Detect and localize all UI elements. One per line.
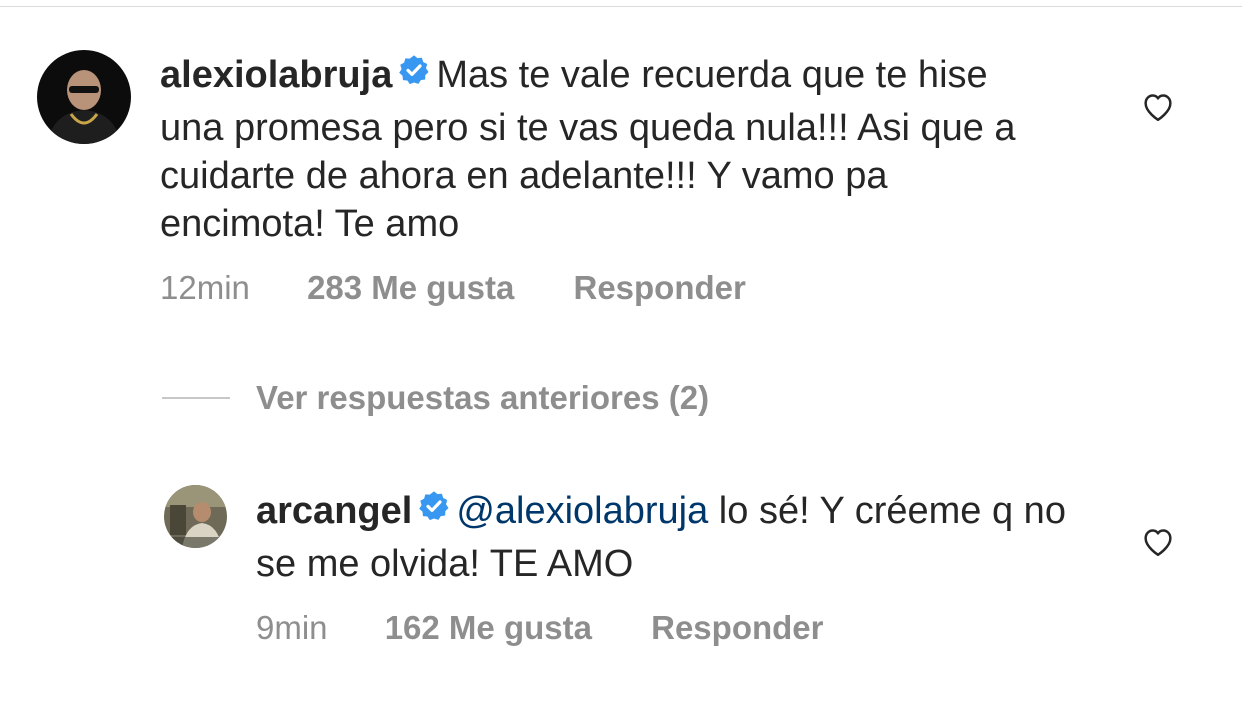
heart-outline-icon[interactable] [1140,525,1176,557]
reply-button[interactable]: Responder [573,268,745,308]
replies-divider-line [162,397,230,399]
view-previous-replies[interactable]: Ver respuestas anteriores (2) [162,378,709,418]
reply-username[interactable]: arcangel [256,490,412,532]
reply-time: 9min [256,609,328,646]
comment-meta: 12min 283 Me gusta Responder [160,268,746,308]
avatar-arcangel[interactable] [164,485,227,548]
comment-text-block: alexiolabruja Mas te vale recuerda que te… [160,50,1060,248]
comment-time: 12min [160,269,250,306]
comment-likes[interactable]: 283 Me gusta [307,268,514,308]
reply-button[interactable]: Responder [651,608,823,648]
heart-outline-icon[interactable] [1140,90,1176,122]
verified-badge-icon [398,50,430,98]
reply-likes[interactable]: 162 Me gusta [385,608,592,648]
reply-meta: 9min 162 Me gusta Responder [256,608,824,648]
verified-badge-icon [418,486,450,534]
avatar-alexiolabruja[interactable] [37,50,131,144]
view-replies-label[interactable]: Ver respuestas anteriores (2) [256,379,709,417]
divider [0,6,1242,7]
reply-text-block: arcangel @alexiolabruja lo sé! Y créeme q… [256,486,1096,588]
comments-screen: alexiolabruja Mas te vale recuerda que te… [0,0,1242,701]
comment-username[interactable]: alexiolabruja [160,54,392,96]
mention-link[interactable]: @alexiolabruja [456,490,708,532]
